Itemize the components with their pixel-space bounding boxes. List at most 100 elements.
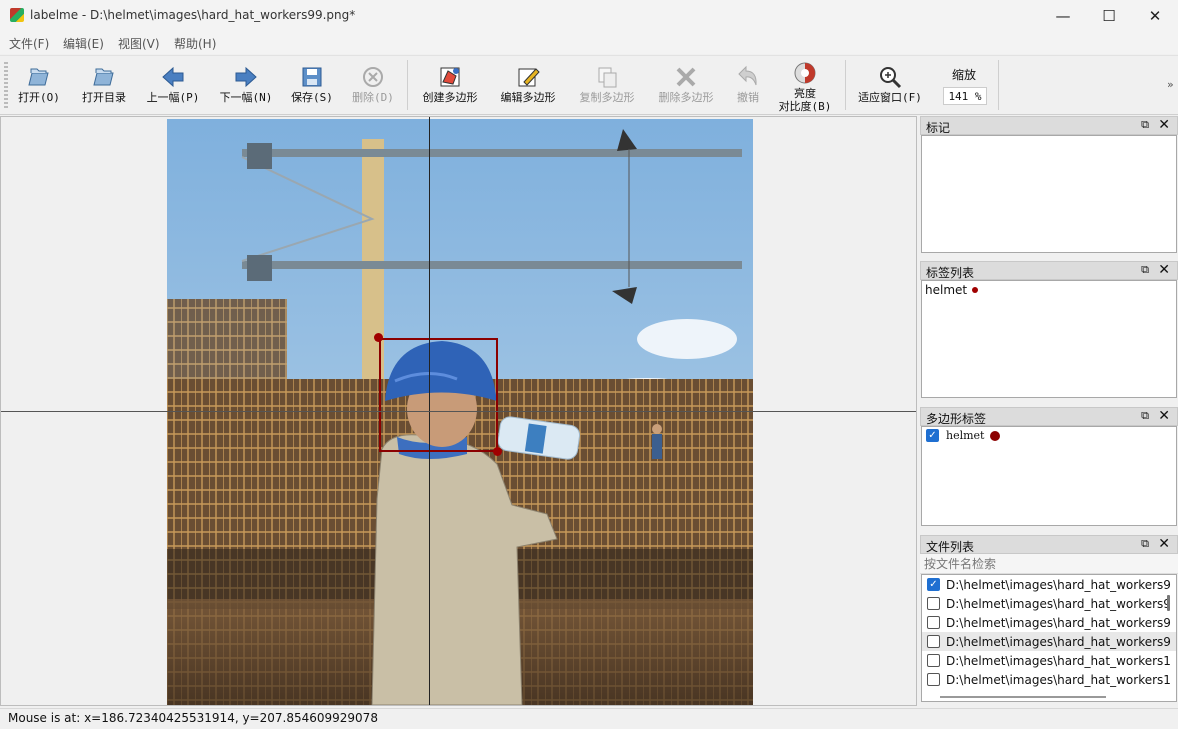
file-list[interactable]: ✓ D:\helmet\images\hard_hat_workers9 D:\he… [921, 574, 1177, 702]
file-list-scrollbar[interactable] [1167, 595, 1170, 611]
polygon-visible-checkbox[interactable]: ✓ [926, 429, 939, 442]
zoom-fit-icon [880, 67, 902, 89]
open-dir-button[interactable]: 打开目录 [76, 58, 132, 114]
brightness-label-2: 对比度(B) [778, 100, 832, 113]
toolbar-separator [845, 60, 846, 110]
flags-list[interactable] [921, 135, 1177, 253]
arrow-left-icon [162, 66, 184, 88]
maximize-button[interactable]: ☐ [1086, 0, 1132, 32]
file-list-item[interactable]: D:\helmet\images\hard_hat_workers9 [922, 632, 1176, 651]
file-checkbox[interactable] [927, 616, 940, 629]
label-color-dot [972, 287, 979, 293]
brightness-label-1: 亮度 [794, 87, 816, 100]
brightness-contrast-icon [794, 62, 816, 84]
file-list-dock: 文件列表 ⧉ ✕ 按文件名检索 ✓ D:\helmet\images\hard_h… [920, 535, 1178, 707]
file-checkbox[interactable]: ✓ [927, 578, 940, 591]
create-polygon-label: 创建多边形 [422, 91, 478, 104]
toolbar-grip[interactable] [4, 62, 8, 110]
zoom-label: 缩放 [952, 68, 977, 82]
helmet-bounding-box[interactable] [379, 338, 498, 452]
list-item[interactable]: helmet [925, 283, 979, 297]
image-canvas[interactable] [0, 116, 917, 706]
label-list-dock: 标签列表 ⧉ ✕ helmet [920, 261, 1178, 403]
label-list-dock-title: 标签列表 ⧉ ✕ [920, 261, 1178, 280]
file-list-item[interactable]: D:\helmet\images\hard_hat_workers1 [922, 651, 1176, 670]
file-list-item[interactable]: ✓ D:\helmet\images\hard_hat_workers9 [922, 575, 1176, 594]
polygon-dock-title: 多边形标签 ⧉ ✕ [920, 407, 1178, 426]
file-list-item[interactable]: D:\helmet\images\hard_hat_workers9 [922, 613, 1176, 632]
window-title: labelme - D:\helmet\images\hard_hat_work… [30, 8, 356, 22]
flags-dock-title: 标记 ⧉ ✕ [920, 116, 1178, 135]
delete-label: 删除(D) [352, 91, 394, 104]
status-bar: Mouse is at: x=186.72340425531914, y=207… [0, 708, 1178, 729]
open-folder-icon [28, 68, 49, 86]
delete-file-button[interactable]: 删除(D) [349, 58, 397, 114]
file-checkbox[interactable] [927, 673, 940, 686]
menu-edit[interactable]: 编辑(E) [63, 35, 104, 52]
edit-polygon-button[interactable]: 编辑多边形 [495, 58, 561, 114]
file-list-item[interactable]: D:\helmet\images\hard_hat_workers9 [922, 594, 1176, 613]
next-label: 下一幅(N) [219, 91, 273, 104]
file-list-title: 文件列表 [926, 540, 975, 554]
next-image-button[interactable]: 下一幅(N) [215, 58, 277, 114]
file-name: D:\helmet\images\hard_hat_workers9 [946, 634, 1171, 649]
brightness-contrast-button[interactable]: 亮度 对比度(B) [776, 58, 834, 114]
float-icon[interactable]: ⧉ [1141, 409, 1149, 423]
file-checkbox[interactable] [927, 635, 940, 648]
close-button[interactable]: ✕ [1132, 0, 1178, 32]
box-handle-top-left[interactable] [374, 333, 383, 342]
prev-label: 上一幅(P) [146, 91, 200, 104]
copy-polygon-button[interactable]: 复制多边形 [574, 58, 640, 114]
close-icon[interactable]: ✕ [1158, 408, 1170, 424]
file-name: D:\helmet\images\hard_hat_workers1 [946, 672, 1171, 687]
create-polygon-button[interactable]: 创建多边形 [417, 58, 483, 114]
toolbar-separator [407, 60, 408, 110]
delete-circle-icon [363, 67, 383, 87]
close-icon[interactable]: ✕ [1158, 536, 1170, 552]
close-icon[interactable]: ✕ [1158, 117, 1170, 133]
save-button[interactable]: 保存(S) [288, 58, 336, 114]
minimize-button[interactable]: — [1040, 0, 1086, 32]
label-list-title: 标签列表 [926, 266, 975, 280]
open-dir-label: 打开目录 [82, 91, 126, 104]
file-name: D:\helmet\images\hard_hat_workers9 [946, 615, 1171, 630]
open-button[interactable]: 打开(O) [14, 58, 64, 114]
float-icon[interactable]: ⧉ [1141, 537, 1149, 551]
polygon-list[interactable]: ✓ helmet [921, 426, 1177, 526]
title-bar: labelme - D:\helmet\images\hard_hat_work… [0, 0, 1178, 32]
toolbar-separator [998, 60, 999, 110]
label-list[interactable]: helmet [921, 280, 1177, 398]
menu-bar: 文件(F) 编辑(E) 视图(V) 帮助(H) [0, 32, 1178, 54]
file-list-dock-title: 文件列表 ⧉ ✕ [920, 535, 1178, 554]
file-checkbox[interactable] [927, 597, 940, 610]
menu-file[interactable]: 文件(F) [9, 35, 49, 52]
file-list-item[interactable]: D:\helmet\images\hard_hat_workers1 [922, 670, 1176, 689]
menu-help[interactable]: 帮助(H) [174, 35, 216, 52]
open-directory-icon [93, 68, 114, 86]
list-item[interactable]: ✓ helmet [926, 429, 1001, 442]
fit-window-button[interactable]: 适应窗口(F) [855, 58, 925, 114]
delete-polygon-button[interactable]: 删除多边形 [653, 58, 719, 114]
toolbar-overflow-button[interactable]: » [1167, 78, 1174, 91]
file-name: D:\helmet\images\hard_hat_workers9 [946, 577, 1171, 592]
polygon-title: 多边形标签 [926, 412, 987, 426]
save-disk-icon [302, 67, 322, 87]
create-polygon-icon [440, 67, 460, 87]
copy-icon [598, 67, 617, 88]
file-search-input[interactable]: 按文件名检索 [920, 554, 1178, 574]
float-icon[interactable]: ⧉ [1141, 118, 1149, 132]
save-label: 保存(S) [291, 91, 333, 104]
file-checkbox[interactable] [927, 654, 940, 667]
undo-button[interactable]: 撤销 [730, 58, 766, 114]
float-icon[interactable]: ⧉ [1141, 263, 1149, 277]
close-icon[interactable]: ✕ [1158, 262, 1170, 278]
prev-image-button[interactable]: 上一幅(P) [142, 58, 204, 114]
undo-label: 撤销 [737, 91, 759, 104]
polygon-color-dot [990, 430, 1001, 441]
box-handle-bottom-right[interactable] [493, 447, 502, 456]
polygon-labels-dock: 多边形标签 ⧉ ✕ ✓ helmet [920, 407, 1178, 531]
menu-view[interactable]: 视图(V) [118, 35, 160, 52]
zoom-spinbox[interactable]: 141 % [943, 87, 987, 105]
file-list-hscrollbar[interactable] [940, 696, 1106, 698]
flags-dock: 标记 ⧉ ✕ [920, 116, 1178, 258]
